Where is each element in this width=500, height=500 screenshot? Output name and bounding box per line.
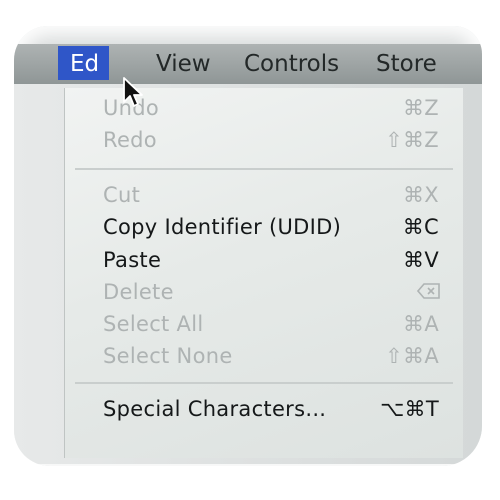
menu-item-delete[interactable]: Delete: [65, 276, 463, 308]
menu-item-cut-label: Cut: [103, 183, 141, 207]
menu-store[interactable]: Store: [376, 52, 437, 76]
menu-item-select-all-label: Select All: [103, 312, 204, 336]
menu-item-undo-shortcut: ⌘Z: [403, 96, 439, 120]
menu-item-cut[interactable]: Cut ⌘X: [65, 179, 463, 211]
menu-item-special-characters-label: Special Characters...: [103, 397, 327, 421]
mouse-pointer-icon: [123, 77, 143, 107]
menu-edit[interactable]: Ed: [58, 46, 110, 80]
menu-item-paste-label: Paste: [103, 248, 162, 272]
menu-view-label: View: [156, 51, 211, 77]
screen-photo: Ed View Controls Store Undo ⌘Z Redo ⇧⌘Z …: [14, 26, 482, 466]
menu-item-select-all-shortcut: ⌘A: [403, 312, 439, 336]
menu-separator: [75, 168, 453, 170]
menu-item-delete-label: Delete: [103, 280, 174, 304]
menu-item-copy-identifier-label: Copy Identifier (UDID): [103, 215, 342, 239]
menu-item-redo-shortcut: ⇧⌘Z: [385, 128, 439, 152]
menu-edit-label: Ed: [70, 51, 100, 77]
menu-view[interactable]: View: [156, 52, 211, 76]
menu-separator: [75, 382, 453, 384]
menu-item-special-characters-shortcut: ⌥⌘T: [380, 397, 439, 421]
menu-controls[interactable]: Controls: [244, 52, 339, 76]
menu-item-cut-shortcut: ⌘X: [403, 183, 439, 207]
menu-item-redo-label: Redo: [103, 128, 157, 152]
menu-item-paste-shortcut: ⌘V: [403, 248, 439, 272]
menu-item-copy-identifier[interactable]: Copy Identifier (UDID) ⌘C: [65, 211, 463, 243]
menu-item-special-characters[interactable]: Special Characters... ⌥⌘T: [65, 393, 463, 425]
menu-item-select-all[interactable]: Select All ⌘A: [65, 308, 463, 340]
menu-item-select-none-shortcut: ⇧⌘A: [385, 344, 439, 368]
menu-controls-label: Controls: [244, 51, 340, 77]
menu-store-label: Store: [376, 51, 437, 77]
menu-item-copy-identifier-shortcut: ⌘C: [402, 215, 439, 239]
delete-key-icon: [417, 283, 440, 299]
menu-item-redo[interactable]: Redo ⇧⌘Z: [65, 124, 463, 156]
menu-item-paste[interactable]: Paste ⌘V: [65, 244, 463, 276]
menu-item-select-none-label: Select None: [103, 344, 233, 368]
edit-menu-dropdown: Undo ⌘Z Redo ⇧⌘Z Cut ⌘X Copy Identifier …: [64, 88, 463, 458]
menu-item-select-none[interactable]: Select None ⇧⌘A: [65, 340, 463, 372]
